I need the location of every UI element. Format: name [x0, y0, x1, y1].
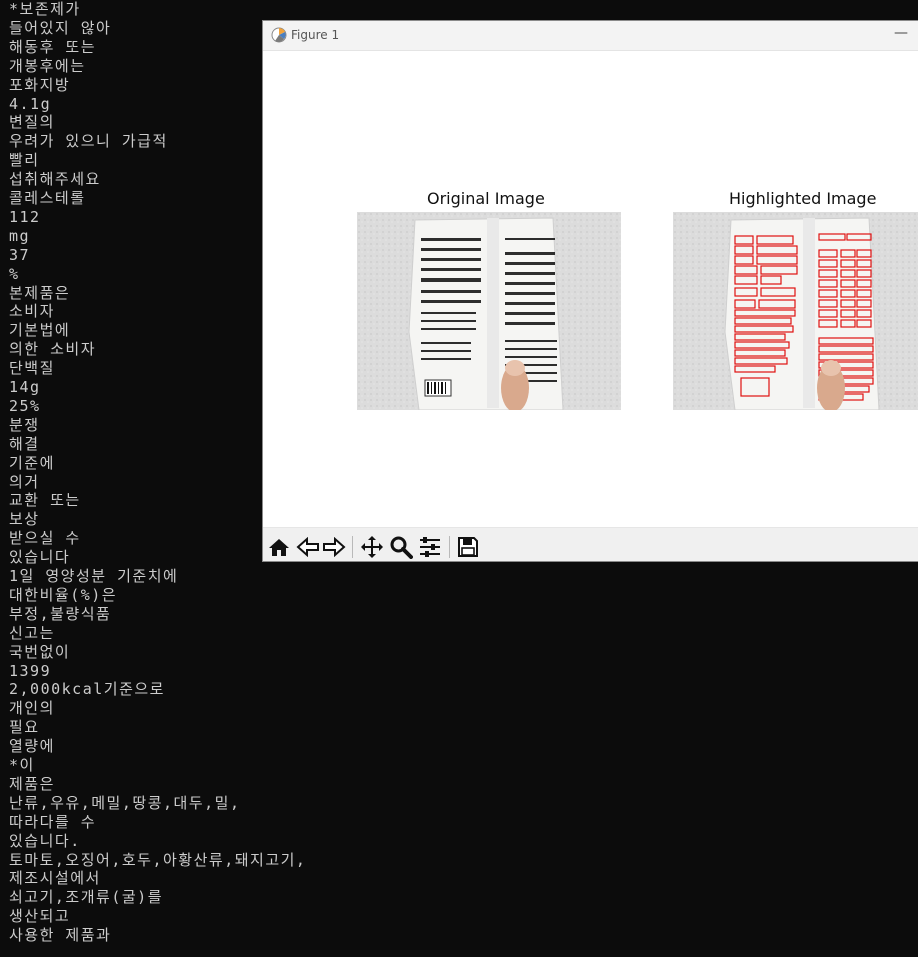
matplotlib-app-icon — [271, 27, 287, 43]
highlighted-image — [673, 212, 918, 410]
terminal-line: % — [9, 264, 20, 283]
zoom-icon — [390, 536, 413, 559]
minimize-button[interactable]: — — [889, 25, 913, 45]
pan-icon — [361, 536, 383, 558]
terminal-line: 빨리 — [9, 151, 40, 170]
terminal-line: 생산되고 — [9, 907, 71, 926]
terminal-line: *이 — [9, 756, 35, 774]
figure-canvas[interactable]: Original Image Highlighted Image — [263, 51, 918, 527]
terminal-line: 쇠고기,조개류(굴)를 — [9, 888, 163, 907]
terminal-line: 콜레스테롤 — [9, 189, 86, 207]
terminal-line: 난류,우유,메밀,땅콩,대두,밀, — [9, 793, 241, 812]
terminal-line: 1일 영양성분 기준치에 — [9, 567, 179, 585]
pan-button[interactable] — [359, 534, 385, 560]
terminal-line: 기본법에 — [9, 321, 71, 340]
terminal-line: 열량에 — [9, 737, 55, 756]
terminal-line: 4.1g — [9, 94, 52, 113]
terminal-line: 해결 — [9, 434, 40, 453]
back-button[interactable] — [295, 534, 321, 560]
terminal-line: 의한 소비자 — [9, 340, 97, 359]
terminal-line: 의거 — [9, 472, 40, 491]
terminal-line: 따라다를 수 — [9, 812, 97, 831]
terminal-line: 37 — [9, 245, 31, 264]
terminal-line: 포화지방 — [9, 75, 71, 94]
forward-button[interactable] — [321, 534, 347, 560]
terminal-line: 대한비율(%)은 — [9, 585, 118, 604]
configure-subplots-icon — [420, 537, 440, 557]
terminal-line: 25% — [9, 396, 41, 415]
terminal-line: 부정,불량식품 — [9, 604, 112, 623]
terminal-line: 2,000kcal기준으로 — [9, 680, 165, 699]
save-button[interactable] — [455, 534, 481, 560]
terminal-line: 있습니다 — [9, 548, 71, 567]
terminal-line: 해동후 또는 — [9, 37, 97, 56]
original-image — [357, 212, 621, 410]
terminal-line: 기준에 — [9, 453, 55, 472]
terminal-line: 보상 — [9, 510, 40, 529]
window-title: Figure 1 — [291, 28, 340, 42]
terminal-line: 섭취해주세요 — [9, 170, 101, 189]
terminal-line: 있습니다. — [9, 831, 81, 850]
configure-subplots-button[interactable] — [417, 534, 443, 560]
terminal-line: 소비자 — [9, 302, 55, 321]
axes-title-original: Original Image — [427, 189, 545, 208]
terminal-line: 들어있지 않아 — [9, 18, 112, 37]
terminal-line: 112 — [9, 207, 41, 226]
terminal-line: mg — [9, 226, 31, 245]
terminal-line: 분쟁 — [9, 415, 40, 434]
terminal-line: 본제품은 — [9, 283, 71, 302]
terminal-line: *보존제가 — [9, 0, 81, 18]
save-icon — [458, 537, 478, 557]
back-icon — [296, 537, 319, 557]
terminal-line: 토마토,오징어,호두,아황산류,돼지고기, — [9, 850, 307, 869]
terminal-line: 받으실 수 — [9, 529, 81, 548]
terminal-line: 사용한 제품과 — [9, 926, 112, 945]
terminal-line: 단백질 — [9, 359, 55, 378]
terminal-line: 개봉후에는 — [9, 56, 86, 75]
terminal-line: 국번없이 — [9, 642, 71, 661]
terminal-line: 우려가 있으니 가급적 — [9, 132, 168, 151]
toolbar-divider — [352, 536, 353, 558]
figure-window[interactable]: Figure 1 — Original Image Highlighted Im… — [262, 20, 918, 562]
forward-icon — [323, 537, 346, 557]
terminal-line: 신고는 — [9, 623, 55, 642]
terminal-line: 14g — [9, 378, 41, 396]
terminal-line: 1399 — [9, 661, 52, 680]
window-titlebar[interactable]: Figure 1 — — [263, 21, 918, 51]
home-button[interactable] — [266, 534, 292, 560]
home-icon — [269, 539, 289, 556]
toolbar-divider — [449, 536, 450, 558]
terminal-line: 제품은 — [9, 774, 55, 793]
zoom-button[interactable] — [388, 534, 414, 560]
axes-title-highlighted: Highlighted Image — [729, 189, 877, 208]
terminal-line: 개인의 — [9, 699, 55, 718]
navigation-toolbar — [263, 527, 918, 561]
terminal-line: 필요 — [9, 718, 40, 737]
terminal-line: 제조시설에서 — [9, 869, 101, 888]
terminal-line: 변질의 — [9, 113, 55, 132]
terminal-line: 교환 또는 — [9, 491, 81, 510]
